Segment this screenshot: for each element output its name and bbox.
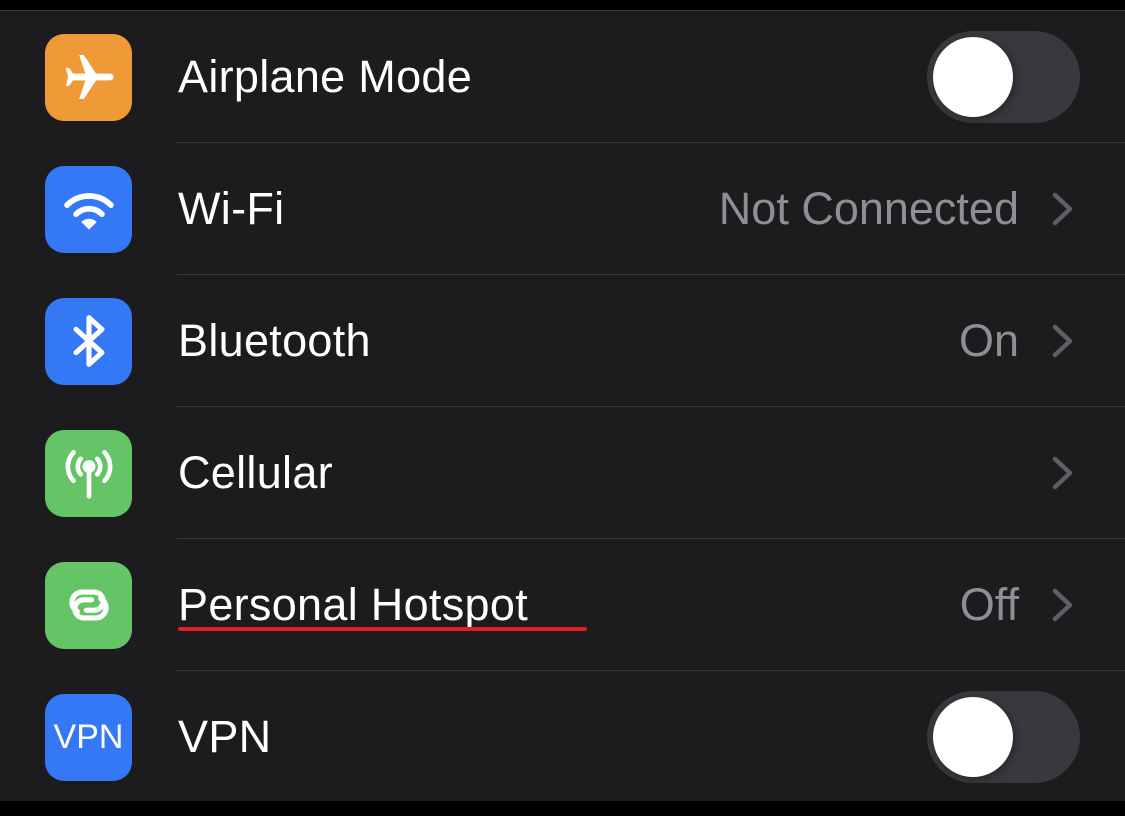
bluetooth-icon bbox=[45, 297, 132, 385]
chevron-right-icon bbox=[1052, 588, 1073, 622]
row-label: Wi-Fi bbox=[178, 183, 285, 234]
antenna-icon bbox=[45, 429, 132, 517]
chevron-right-icon bbox=[1052, 324, 1073, 358]
chevron-right-icon bbox=[1052, 192, 1073, 226]
wifi-status: Not Connected bbox=[718, 183, 1019, 234]
row-label: Airplane Mode bbox=[178, 51, 473, 102]
airplane-mode-toggle[interactable] bbox=[927, 31, 1080, 123]
wifi-icon bbox=[45, 165, 132, 253]
vpn-toggle[interactable] bbox=[927, 691, 1080, 783]
row-label: Cellular bbox=[178, 447, 333, 498]
row-personal-hotspot[interactable]: Personal Hotspot Off bbox=[0, 539, 1125, 671]
toggle-knob bbox=[933, 37, 1013, 117]
row-cellular[interactable]: Cellular bbox=[0, 407, 1125, 539]
settings-list: Airplane Mode Wi-Fi Not Connected Blueto… bbox=[0, 10, 1125, 801]
row-wifi[interactable]: Wi-Fi Not Connected bbox=[0, 143, 1125, 275]
row-label: Bluetooth bbox=[178, 315, 371, 366]
row-bluetooth[interactable]: Bluetooth On bbox=[0, 275, 1125, 407]
vpn-icon: VPN bbox=[45, 693, 132, 781]
chevron-right-icon bbox=[1052, 456, 1073, 490]
annotation-underline bbox=[178, 627, 587, 631]
toggle-knob bbox=[933, 697, 1013, 777]
bluetooth-status: On bbox=[958, 315, 1019, 366]
airplane-icon bbox=[45, 33, 132, 121]
row-label: Personal Hotspot bbox=[178, 579, 528, 630]
row-airplane-mode[interactable]: Airplane Mode bbox=[0, 11, 1125, 143]
hotspot-status: Off bbox=[959, 579, 1019, 630]
hotspot-link-icon bbox=[45, 561, 132, 649]
row-vpn[interactable]: VPN VPN bbox=[0, 671, 1125, 803]
row-label: VPN bbox=[178, 711, 272, 762]
